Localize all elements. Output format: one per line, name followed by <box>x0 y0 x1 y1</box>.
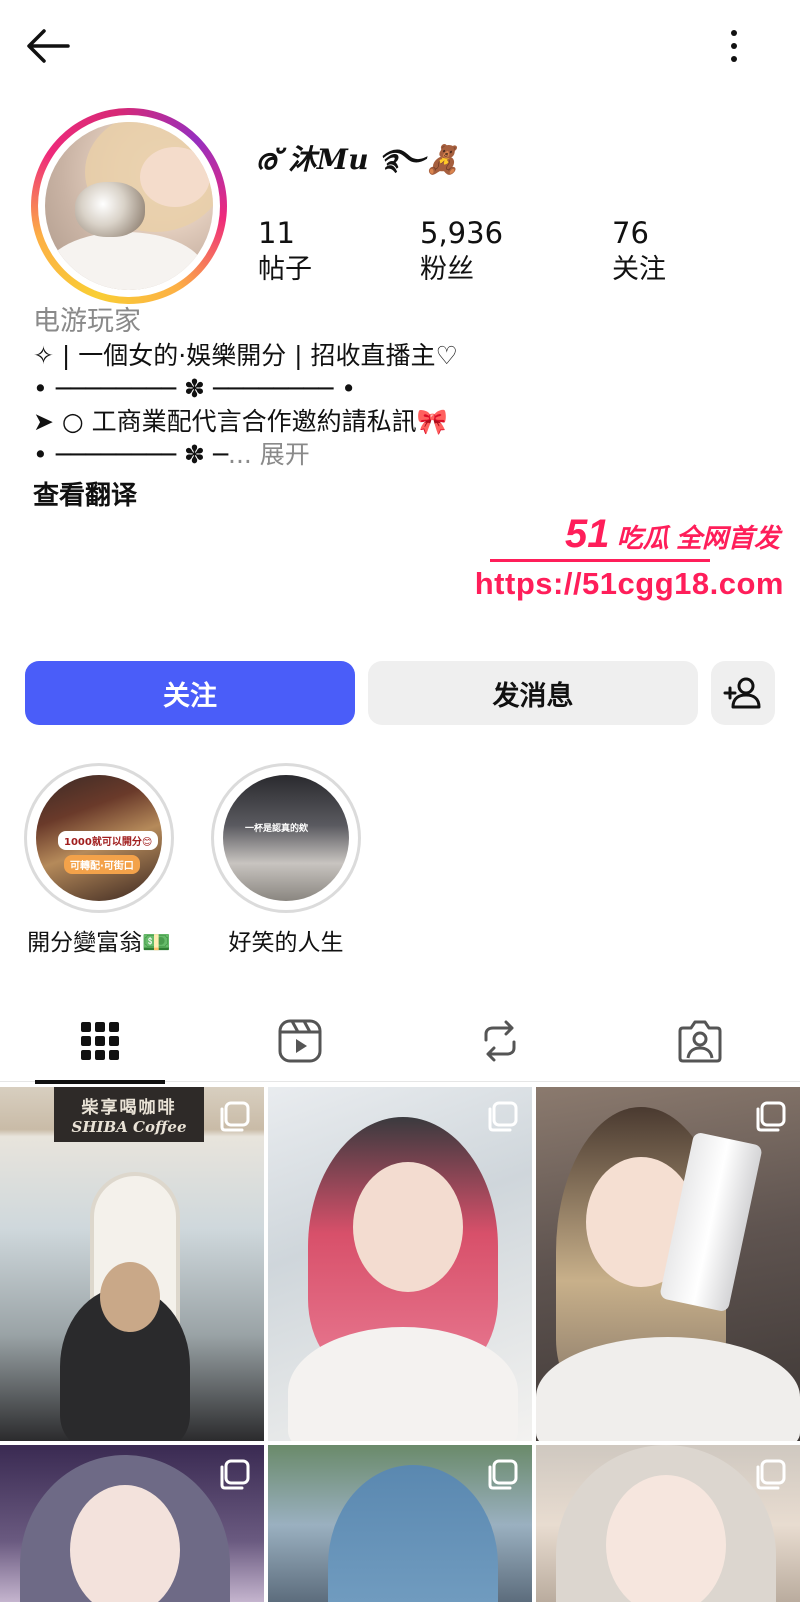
carousel-icon <box>220 1459 250 1490</box>
avatar-photo <box>45 122 213 290</box>
story-highlight[interactable]: 1000就可以開分😊 可轉配·可街口 開分變富翁💵 <box>24 763 174 957</box>
stat-followers-value: 5,936 <box>420 216 504 250</box>
bio-line: ➤ ○ 工商業配代言合作邀約請私訊🎀 <box>33 407 448 436</box>
carousel-icon <box>756 1101 786 1132</box>
highlight-cover: 1000就可以開分😊 可轉配·可街口 <box>36 775 162 901</box>
follow-button[interactable]: 关注 <box>25 661 355 725</box>
profile-username: ര് 沐Mu ࿐🧸 <box>255 143 461 176</box>
profile-tabs <box>0 1000 800 1084</box>
see-translation-link[interactable]: 查看翻译 <box>33 475 137 512</box>
stat-followers-label: 粉丝 <box>420 254 474 285</box>
more-options-button[interactable] <box>716 24 752 68</box>
carousel-icon <box>220 1101 250 1132</box>
post-thumbnail[interactable] <box>268 1445 532 1602</box>
stat-following-value: 76 <box>612 216 649 250</box>
repost-icon <box>484 1020 516 1062</box>
watermark-brand: 51 吃瓜 全网首发 <box>565 512 780 556</box>
post-thumbnail[interactable]: 柴享喝咖啡 SHIBA Coffee <box>0 1087 264 1441</box>
carousel-icon <box>756 1459 786 1490</box>
stat-followers[interactable]: 5,936 粉丝 <box>420 215 503 289</box>
tab-reels[interactable] <box>200 1000 400 1082</box>
profile-category: 电游玩家 <box>33 306 141 337</box>
top-bar <box>0 0 800 92</box>
tagged-person-icon <box>678 1020 722 1063</box>
post-thumbnail[interactable] <box>268 1087 532 1441</box>
story-highlight[interactable]: 一杯是認真的欸 好笑的人生 <box>211 763 361 957</box>
post-thumbnail[interactable] <box>536 1445 800 1602</box>
bio-line: ✧ | 一個女的·娛樂開分 | 招收直播主♡ <box>33 341 458 370</box>
arrow-left-icon <box>27 29 70 63</box>
posts-grid: 柴享喝咖啡 SHIBA Coffee <box>0 1087 800 1602</box>
more-vertical-icon <box>731 30 737 36</box>
grid-icon <box>81 1022 119 1060</box>
watermark-url: https://51cgg18.com <box>474 566 784 601</box>
back-button[interactable] <box>22 22 74 70</box>
highlight-label: 好笑的人生 <box>228 930 344 956</box>
carousel-icon <box>488 1459 518 1490</box>
bio-line: • ──────── ✽ ─ <box>33 440 228 469</box>
highlight-label: 開分變富翁💵 <box>27 930 171 956</box>
stat-following[interactable]: 76 关注 <box>612 215 666 289</box>
highlight-cover: 一杯是認真的欸 <box>223 775 349 901</box>
bio-line-truncated: • ──────── ✽ ─... 展开 <box>33 438 773 471</box>
cafe-sign: 柴享喝咖啡 SHIBA Coffee <box>54 1087 204 1142</box>
message-button[interactable]: 发消息 <box>368 661 698 725</box>
add-person-icon <box>723 677 761 709</box>
tab-grid[interactable] <box>0 1000 200 1084</box>
active-tab-indicator <box>35 1080 165 1084</box>
bio-expand-link[interactable]: 展开 <box>260 440 310 469</box>
profile-avatar[interactable] <box>31 108 227 304</box>
tab-reposts[interactable] <box>400 1000 600 1082</box>
stat-posts-label: 帖子 <box>258 254 312 285</box>
stat-following-label: 关注 <box>612 254 666 285</box>
bio-line: • ──────── ✽ ──────── • <box>33 374 357 403</box>
stat-posts[interactable]: 11 帖子 <box>258 215 312 289</box>
bio-ellipsis: ... <box>228 440 260 469</box>
carousel-icon <box>488 1101 518 1132</box>
tab-tagged[interactable] <box>600 1000 800 1082</box>
watermark: 51 吃瓜 全网首发 https://51cgg18.com <box>475 512 790 612</box>
stat-posts-value: 11 <box>258 216 295 250</box>
suggest-users-button[interactable] <box>711 661 775 725</box>
post-thumbnail[interactable] <box>536 1087 800 1441</box>
post-thumbnail[interactable] <box>0 1445 264 1602</box>
profile-bio: 电游玩家 ✧ | 一個女的·娛樂開分 | 招收直播主♡ • ──────── ✽… <box>33 305 773 471</box>
reels-icon <box>278 1019 322 1063</box>
